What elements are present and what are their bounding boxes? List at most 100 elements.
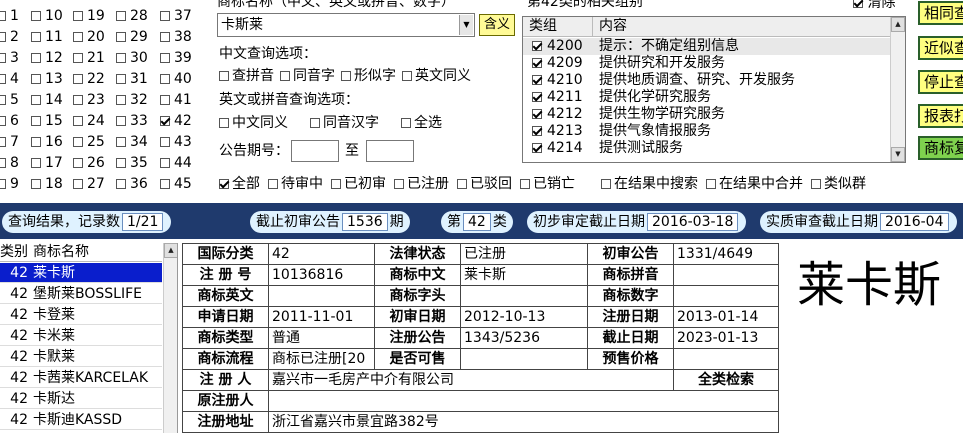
group-list[interactable]: 类组 内容 4200 提示：不确定组别信息 4209 提供研究和开发服务 4210 提供地…	[522, 16, 906, 163]
checked-box-icon[interactable]	[532, 126, 542, 136]
trademark-name-combo[interactable]: 卡斯莱 ▼	[217, 13, 475, 37]
checkbox-icon[interactable]	[160, 32, 170, 42]
class-checkbox-39[interactable]: 39	[160, 50, 192, 66]
col-content-header[interactable]: 内容	[593, 17, 891, 36]
col-group-header[interactable]: 类组	[523, 17, 593, 36]
class-checkbox-11[interactable]: 11	[31, 29, 63, 45]
filter-option[interactable]: 待审中	[268, 176, 323, 192]
result-row[interactable]: 42 卡斯达	[0, 389, 162, 409]
checkbox-icon[interactable]	[160, 158, 170, 168]
checkbox-icon[interactable]	[706, 179, 716, 189]
checkbox-icon[interactable]	[160, 137, 170, 147]
class-checkbox-10[interactable]: 10	[31, 8, 63, 24]
group-row[interactable]: 4200 提示：不确定组别信息	[523, 38, 891, 55]
checkbox-icon[interactable]	[160, 53, 170, 63]
class-checkbox-45[interactable]: 45	[160, 176, 192, 192]
en_opts-option[interactable]: 全选	[401, 115, 442, 131]
checkbox-icon[interactable]	[31, 116, 41, 126]
checkbox-icon[interactable]	[73, 53, 83, 63]
cn_opts-option[interactable]: 查拼音	[219, 68, 274, 84]
class-checkbox-23[interactable]: 23	[73, 92, 105, 108]
checkbox-icon[interactable]	[160, 179, 170, 189]
class-checkbox-30[interactable]: 30	[116, 50, 148, 66]
checked-box-icon[interactable]	[160, 116, 170, 126]
checkbox-icon[interactable]	[116, 116, 126, 126]
checkbox-icon[interactable]	[73, 137, 83, 147]
group-row[interactable]: 4212 提供生物学研究服务	[523, 106, 891, 123]
group-row[interactable]: 4213 提供气象情报服务	[523, 123, 891, 140]
col-name-header[interactable]: 商标名称	[33, 243, 89, 261]
checkbox-icon[interactable]	[402, 71, 412, 81]
class-checkbox-32[interactable]: 32	[116, 92, 148, 108]
checkbox-icon[interactable]	[73, 32, 83, 42]
checkbox-icon[interactable]	[116, 11, 126, 21]
checkbox-icon[interactable]	[219, 71, 229, 81]
filter-option[interactable]: 类似群	[811, 176, 866, 192]
result-row[interactable]: 42 堡斯莱BOSSLIFE	[0, 284, 162, 304]
class-checkbox-41[interactable]: 41	[160, 92, 192, 108]
action-button[interactable]: 商标复	[918, 136, 963, 160]
checkbox-icon[interactable]	[73, 11, 83, 21]
clear-check-icon[interactable]	[853, 0, 863, 8]
combo-dropdown-icon[interactable]: ▼	[459, 15, 473, 35]
checkbox-icon[interactable]	[31, 53, 41, 63]
checkbox-icon[interactable]	[160, 95, 170, 105]
group-row[interactable]: 4209 提供研究和开发服务	[523, 55, 891, 72]
class-checkbox-12[interactable]: 12	[31, 50, 63, 66]
class-checkbox-37[interactable]: 37	[160, 8, 192, 24]
checked-box-icon[interactable]	[532, 143, 542, 153]
filter-option[interactable]: 已销亡	[520, 176, 575, 192]
checkbox-icon[interactable]	[268, 179, 278, 189]
class-checkbox-25[interactable]: 25	[73, 134, 105, 150]
cn_opts-option[interactable]: 同音字	[280, 68, 335, 84]
action-button[interactable]: 停止查	[918, 70, 963, 94]
checkbox-icon[interactable]	[0, 158, 6, 168]
checkbox-icon[interactable]	[401, 118, 411, 128]
group-row[interactable]: 4211 提供化学研究服务	[523, 89, 891, 106]
checkbox-icon[interactable]	[0, 32, 6, 42]
checkbox-icon[interactable]	[73, 74, 83, 84]
class-checkbox-9[interactable]: 9	[0, 176, 19, 192]
result-row[interactable]: 42 卡茜莱KARCELAK	[0, 368, 162, 388]
class-checkbox-31[interactable]: 31	[116, 71, 148, 87]
result-row[interactable]: 42 卡米莱	[0, 326, 162, 346]
action-button[interactable]: 近似查	[918, 36, 963, 60]
group-row[interactable]: 4214 提供测试服务	[523, 140, 891, 157]
action-button[interactable]: 报表打	[918, 104, 963, 128]
cn_opts-option[interactable]: 英文同义	[402, 68, 471, 84]
checkbox-icon[interactable]	[280, 71, 290, 81]
flow-value[interactable]: 商标已注册[20	[268, 348, 375, 370]
checkbox-icon[interactable]	[341, 71, 351, 81]
scroll-up-icon[interactable]: ▲	[164, 243, 177, 258]
checkbox-icon[interactable]	[31, 11, 41, 21]
checkbox-icon[interactable]	[73, 158, 83, 168]
checkbox-icon[interactable]	[31, 74, 41, 84]
checked-box-icon[interactable]	[532, 58, 542, 68]
checkbox-icon[interactable]	[310, 118, 320, 128]
full-search-button[interactable]: 全类检索	[673, 369, 779, 391]
class-checkbox-33[interactable]: 33	[116, 113, 148, 129]
checkbox-icon[interactable]	[160, 11, 170, 21]
class-checkbox-40[interactable]: 40	[160, 71, 192, 87]
checked-box-icon[interactable]	[532, 92, 542, 102]
filter-option[interactable]: 在结果中合并	[706, 176, 803, 192]
checkbox-icon[interactable]	[219, 118, 229, 128]
class-checkbox-4[interactable]: 4	[0, 71, 19, 87]
class-checkbox-38[interactable]: 38	[160, 29, 192, 45]
checked-box-icon[interactable]	[532, 41, 542, 51]
checkbox-icon[interactable]	[73, 116, 83, 126]
checkbox-icon[interactable]	[73, 179, 83, 189]
class-checkbox-29[interactable]: 29	[116, 29, 148, 45]
filter-option[interactable]: 在结果中搜索	[601, 176, 698, 192]
checkbox-icon[interactable]	[116, 158, 126, 168]
result-row[interactable]: 42 卡斯迪KASSD	[0, 410, 162, 430]
period-from-input[interactable]	[291, 140, 339, 162]
filter-option[interactable]: 已驳回	[457, 176, 512, 192]
result-list[interactable]: 类别 商标名称 42 莱卡斯 42 堡斯莱BOSSLIFE 42 卡登莱 42 卡米莱 42 卡默…	[0, 243, 178, 433]
class-checkbox-17[interactable]: 17	[31, 155, 63, 171]
class-checkbox-3[interactable]: 3	[0, 50, 19, 66]
checked-box-icon[interactable]	[219, 179, 229, 189]
result-row[interactable]: 42 莱卡斯	[0, 263, 162, 283]
checkbox-icon[interactable]	[31, 179, 41, 189]
class-checkbox-5[interactable]: 5	[0, 92, 19, 108]
